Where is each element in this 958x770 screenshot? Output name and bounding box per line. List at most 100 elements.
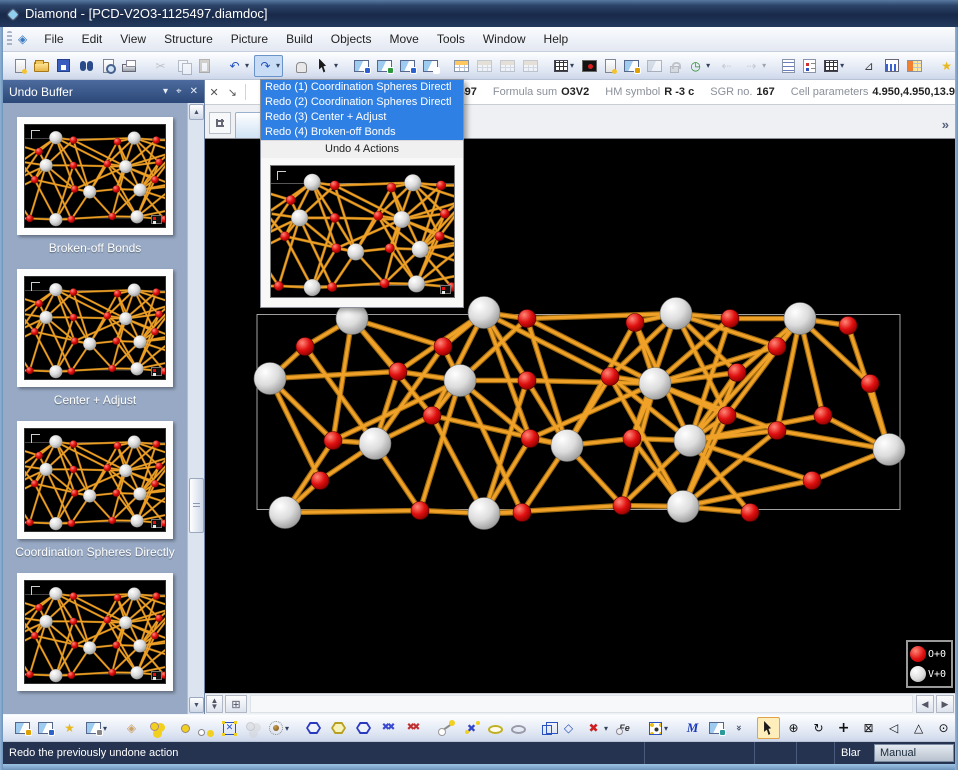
- new-document-button[interactable]: [12, 56, 29, 76]
- save-button[interactable]: [54, 56, 73, 75]
- next-picture-button[interactable]: ⇢▾: [740, 55, 769, 77]
- polyhedra-group-button[interactable]: [352, 717, 375, 739]
- translate-mode-button[interactable]: +: [832, 717, 855, 739]
- undo-button[interactable]: ↶▾: [223, 55, 252, 77]
- paste-button[interactable]: [196, 56, 213, 76]
- picture-gallery-button[interactable]: [12, 719, 33, 737]
- destroy-bonds-button[interactable]: ✖: [460, 717, 483, 739]
- scroll-right-icon[interactable]: ▶: [936, 695, 954, 713]
- picture-history-button[interactable]: [374, 57, 395, 75]
- pan-hand-button[interactable]: [293, 56, 310, 76]
- redo-menu-item[interactable]: Redo (4) Broken-off Bonds: [261, 125, 463, 140]
- pin-icon[interactable]: ⌖: [176, 86, 182, 97]
- scroll-up-icon[interactable]: ▲: [189, 104, 204, 120]
- title-bar[interactable]: ◆ Diamond - [PCD-V2O3-1125497.diamdoc]: [0, 0, 958, 27]
- destroy-atoms-button[interactable]: ◈: [120, 717, 143, 739]
- history-dropdown-icon[interactable]: ▾: [706, 61, 710, 70]
- destroy-polyhedra-blue-button[interactable]: ✖✖: [377, 717, 400, 739]
- new-picture-button[interactable]: [602, 56, 619, 76]
- delete-plane-button[interactable]: ✖▾: [582, 717, 611, 739]
- print-button[interactable]: [119, 56, 139, 75]
- navigation-panel-button[interactable]: [351, 57, 372, 75]
- packing-range-dropdown-icon[interactable]: ▾: [664, 724, 668, 733]
- tab-overflow-icon[interactable]: »: [942, 117, 949, 132]
- menu-tools[interactable]: Tools: [428, 29, 474, 49]
- clear-icon[interactable]: ✕: [205, 86, 223, 99]
- copy-picture-button[interactable]: [621, 57, 642, 75]
- picture-revert-button[interactable]: [397, 57, 418, 75]
- lock-button[interactable]: [667, 56, 682, 76]
- find-button[interactable]: [75, 55, 98, 77]
- grid-toggle-icon[interactable]: ⊞: [225, 695, 247, 713]
- document-icon[interactable]: ◈: [18, 32, 27, 46]
- toolbar-overflow-1-button[interactable]: »: [729, 717, 747, 739]
- undo-thumbnail-3[interactable]: [17, 421, 173, 539]
- undo-dropdown-icon[interactable]: ▾: [245, 61, 249, 70]
- export-picture-button[interactable]: [35, 719, 56, 737]
- lattice-plane-button[interactable]: ◇: [557, 717, 580, 739]
- report-button[interactable]: [779, 56, 798, 76]
- cone-view-button[interactable]: ◁: [882, 717, 905, 739]
- menubar-grip[interactable]: [7, 31, 12, 48]
- measure-mode-button[interactable]: M: [681, 717, 704, 739]
- view-picture-button[interactable]: ▾: [83, 719, 110, 737]
- menu-build[interactable]: Build: [277, 29, 322, 49]
- picture-dark-button[interactable]: [579, 57, 600, 75]
- menu-move[interactable]: Move: [380, 29, 427, 49]
- ellipsoid-yellow-button[interactable]: [485, 719, 506, 737]
- menu-help[interactable]: Help: [535, 29, 578, 49]
- history-button[interactable]: ◷▾: [684, 55, 713, 77]
- menu-view[interactable]: View: [111, 29, 155, 49]
- spin-mode-button[interactable]: ⊙: [932, 717, 955, 739]
- print-preview-button[interactable]: [100, 56, 117, 76]
- next-picture-dropdown-icon[interactable]: ▾: [762, 61, 766, 70]
- redo-menu-item[interactable]: Redo (3) Center + Adjust: [261, 110, 463, 125]
- undo-thumbnail-4[interactable]: [17, 573, 173, 691]
- table-view-button[interactable]: ▾: [821, 57, 847, 75]
- property-table-button[interactable]: [904, 57, 925, 75]
- ellipsoid-gray-button[interactable]: [508, 719, 529, 737]
- molecules-button[interactable]: [241, 717, 264, 739]
- scroll-left-icon[interactable]: ◀: [916, 695, 934, 713]
- powder-pattern-button[interactable]: [882, 56, 902, 75]
- scrollbar-thumb[interactable]: [189, 478, 204, 533]
- redo-dropdown-icon[interactable]: ▾: [276, 61, 280, 70]
- view-picture-dropdown-icon[interactable]: ▾: [103, 724, 107, 733]
- scroll-down-icon[interactable]: ▼: [189, 697, 204, 713]
- menu-edit[interactable]: Edit: [73, 29, 112, 49]
- picture-properties-button[interactable]: [706, 719, 727, 737]
- data-sheet-2-button[interactable]: [474, 57, 495, 75]
- create-bond-button[interactable]: [435, 717, 458, 739]
- zoom-mode-button[interactable]: ⊠: [857, 717, 880, 739]
- rotate-z-button[interactable]: ↻: [807, 717, 830, 739]
- data-sheet-button[interactable]: [451, 57, 472, 75]
- polyhedron-yellow-button[interactable]: [327, 717, 350, 739]
- cut-button[interactable]: ✂: [149, 55, 172, 77]
- row-spinner[interactable]: ▲▼: [206, 695, 223, 713]
- menu-file[interactable]: File: [35, 29, 72, 49]
- pointer-mode-button[interactable]: ▾: [312, 55, 341, 77]
- fill-cell-button[interactable]: ✕: [220, 719, 239, 738]
- filled-coordination-button[interactable]: ▾: [266, 718, 292, 738]
- open-file-button[interactable]: [31, 56, 52, 75]
- pointer-mode-dropdown-icon[interactable]: ▾: [334, 61, 338, 70]
- redo-menu-item[interactable]: Redo (2) Coordination Spheres Directl: [261, 95, 463, 110]
- unit-cell-cube-button[interactable]: [539, 718, 555, 738]
- tab-grid-button[interactable]: [209, 112, 231, 134]
- data-sheet-4-button[interactable]: [520, 57, 541, 75]
- atom-search-button[interactable]: [195, 717, 218, 739]
- data-sheet-3-button[interactable]: [497, 57, 518, 75]
- structure-matrix-dropdown-icon[interactable]: ▾: [570, 61, 574, 70]
- previous-picture-button[interactable]: ⇠: [715, 55, 738, 77]
- add-single-atom-button[interactable]: [170, 717, 193, 739]
- tilt-view-button[interactable]: △: [907, 717, 930, 739]
- packing-range-button[interactable]: ▾: [646, 719, 671, 738]
- add-atoms-button[interactable]: [145, 717, 168, 739]
- picture-wizard-button[interactable]: ★: [58, 717, 81, 739]
- polyhedron-blue-button[interactable]: [302, 717, 325, 739]
- structure-matrix-button[interactable]: ▾: [551, 57, 577, 75]
- menu-picture[interactable]: Picture: [222, 29, 277, 49]
- table-view-dropdown-icon[interactable]: ▾: [840, 61, 844, 70]
- menu-structure[interactable]: Structure: [155, 29, 222, 49]
- menu-objects[interactable]: Objects: [322, 29, 381, 49]
